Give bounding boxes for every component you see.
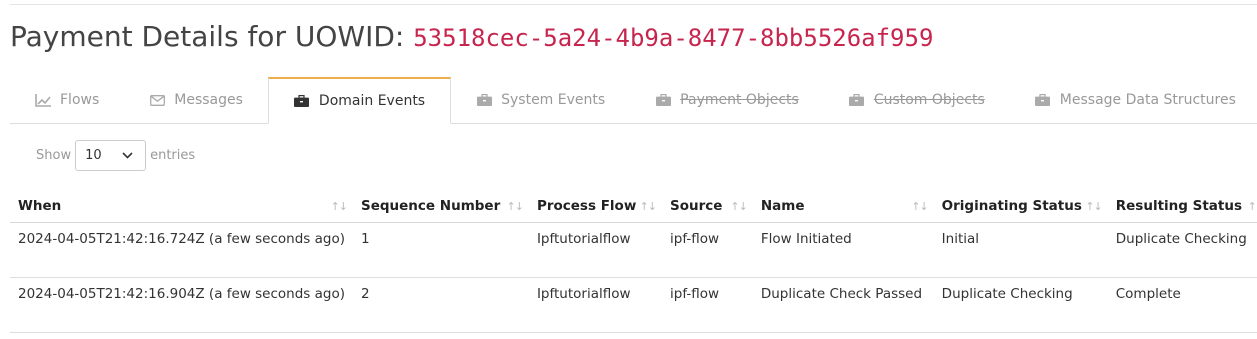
tab-flows[interactable]: Flows [10, 77, 124, 123]
cell-resulting-status: Complete [1107, 277, 1257, 333]
column-header-process-flow[interactable]: Process Flow ↑↓ [528, 191, 663, 223]
page-title-text: Payment Details for UOWID: [10, 20, 405, 53]
show-label: Show [36, 148, 72, 163]
table-row: 2024-04-05T21:42:16.904Z (a few seconds … [10, 277, 1257, 333]
column-header-originating-status[interactable]: Originating Status ↑↓ [933, 191, 1108, 223]
tab-label: Payment Objects [680, 92, 799, 108]
tab-label: Messages [174, 92, 243, 108]
briefcase-icon [655, 93, 671, 107]
uowid-value: 53518cec-5a24-4b9a-8477-8bb5526af959 [413, 24, 934, 52]
tab-payment-objects[interactable]: Payment Objects [630, 77, 824, 123]
sort-icon: ↑↓ [911, 200, 928, 213]
sort-icon: ↑↓ [330, 200, 348, 213]
chevron-down-icon [122, 148, 133, 163]
briefcase-icon [849, 93, 865, 107]
cell-sequence-number: 1 [353, 222, 529, 278]
entries-select[interactable]: 10 [75, 140, 147, 171]
entries-label: entries [150, 148, 196, 163]
briefcase-icon [294, 94, 310, 108]
envelope-icon [149, 93, 165, 107]
tab-label: Message Data Structures [1059, 92, 1236, 108]
cell-source: ipf-flow [662, 222, 753, 278]
briefcase-icon [476, 93, 492, 107]
entries-select-value: 10 [85, 148, 102, 163]
sort-icon: ↑↓ [506, 200, 524, 213]
sort-icon: ↑↓ [1247, 200, 1257, 213]
cell-process-flow: Ipftutorialflow [528, 277, 663, 333]
cell-originating-status: Initial [933, 222, 1108, 278]
cell-resulting-status: Duplicate Checking [1107, 222, 1257, 278]
tab-label: System Events [501, 92, 606, 108]
cell-when: 2024-04-05T21:42:16.724Z (a few seconds … [10, 222, 353, 278]
cell-source: ipf-flow [662, 277, 753, 333]
top-divider [10, 4, 1257, 5]
tab-label: Custom Objects [873, 92, 985, 108]
tab-custom-objects[interactable]: Custom Objects [824, 77, 1010, 123]
tab-system-events[interactable]: System Events [451, 77, 630, 123]
column-header-when[interactable]: When ↑↓ [10, 191, 353, 223]
column-header-sequence-number[interactable]: Sequence Number ↑↓ [353, 191, 529, 223]
table-header-row: When ↑↓ Sequence Number ↑↓ Process Flow ↑↓ … [10, 191, 1257, 223]
tab-bar: Flows Messages Domain Events System Even… [10, 77, 1257, 124]
cell-sequence-number: 2 [353, 277, 529, 333]
column-header-resulting-status[interactable]: Resulting Status↑↓ [1107, 191, 1257, 223]
tab-label: Domain Events [318, 93, 426, 109]
briefcase-icon [1035, 93, 1051, 107]
tab-message-data-structures[interactable]: Message Data Structures [1010, 77, 1257, 123]
tab-messages[interactable]: Messages [124, 77, 268, 123]
sort-icon: ↑↓ [639, 200, 657, 213]
cell-originating-status: Duplicate Checking [933, 277, 1108, 333]
entries-length-control: Show 10 entries [36, 140, 195, 171]
sort-icon: ↑↓ [730, 200, 747, 213]
chart-icon [35, 93, 51, 107]
cell-name: Flow Initiated [752, 222, 934, 278]
tab-domain-events[interactable]: Domain Events [267, 77, 452, 124]
column-header-name[interactable]: Name ↑↓ [752, 191, 934, 223]
column-header-source[interactable]: Source ↑↓ [662, 191, 753, 223]
domain-events-table: When ↑↓ Sequence Number ↑↓ Process Flow ↑↓ … [10, 191, 1257, 333]
sort-icon: ↑↓ [1085, 200, 1102, 213]
cell-when: 2024-04-05T21:42:16.904Z (a few seconds … [10, 277, 353, 333]
page-title: Payment Details for UOWID: 53518cec-5a24… [10, 20, 933, 53]
table-row: 2024-04-05T21:42:16.724Z (a few seconds … [10, 222, 1257, 278]
tab-label: Flows [60, 92, 100, 108]
cell-name: Duplicate Check Passed [752, 277, 934, 333]
cell-process-flow: Ipftutorialflow [528, 222, 663, 278]
